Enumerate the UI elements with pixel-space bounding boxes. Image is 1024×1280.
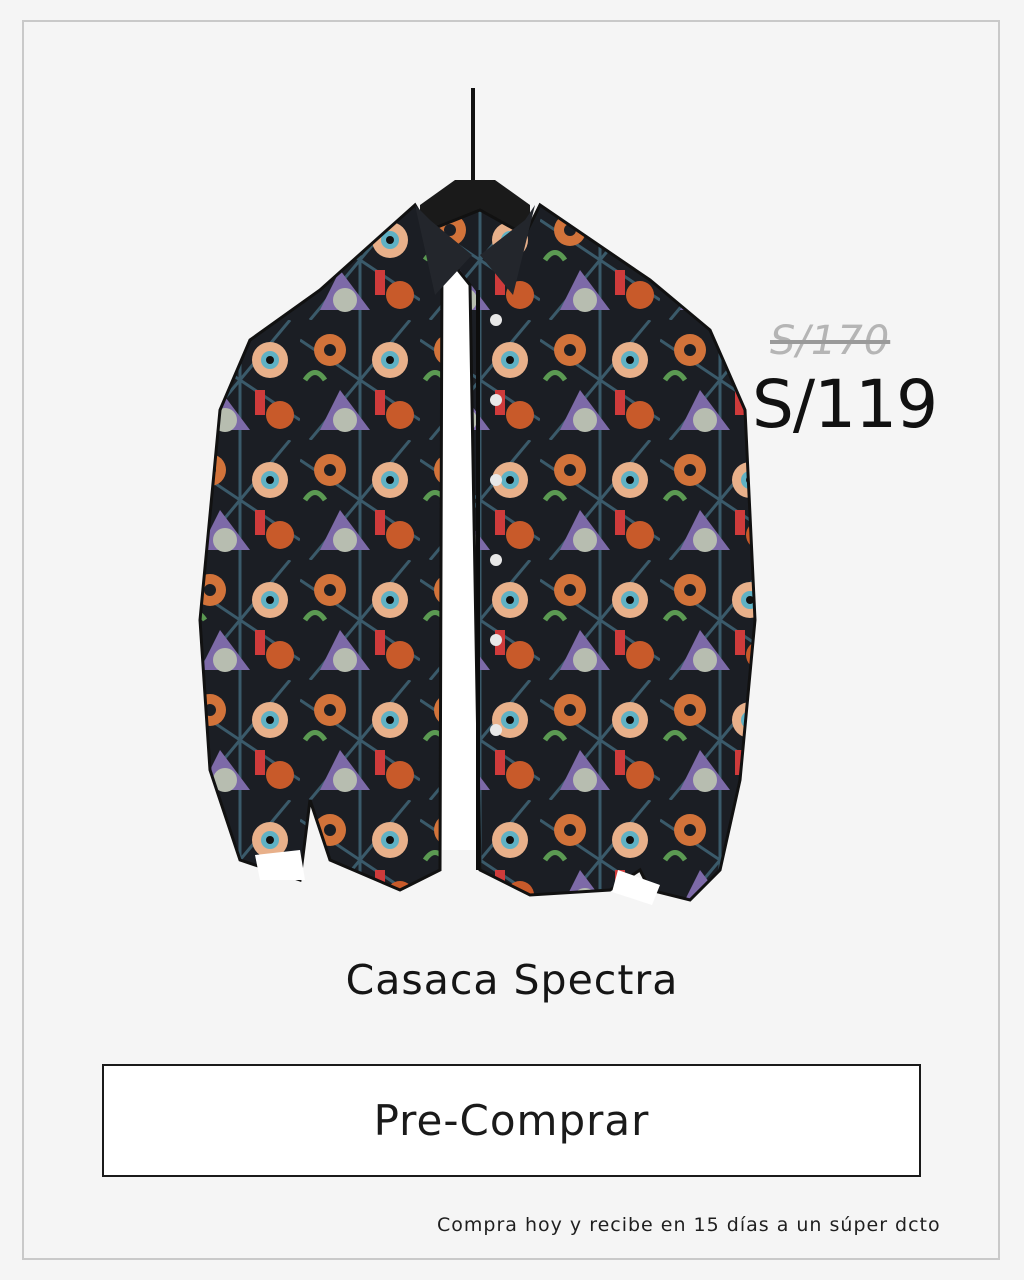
pre-order-button[interactable]: Pre-Comprar [102,1064,921,1177]
product-name: Casaca Spectra [345,956,679,1004]
original-price: S/170 [770,318,891,364]
delivery-note: Compra hoy y recibe en 15 días a un súpe… [437,1214,941,1236]
product-image[interactable] [180,80,780,910]
sale-price: S/119 [752,366,938,443]
